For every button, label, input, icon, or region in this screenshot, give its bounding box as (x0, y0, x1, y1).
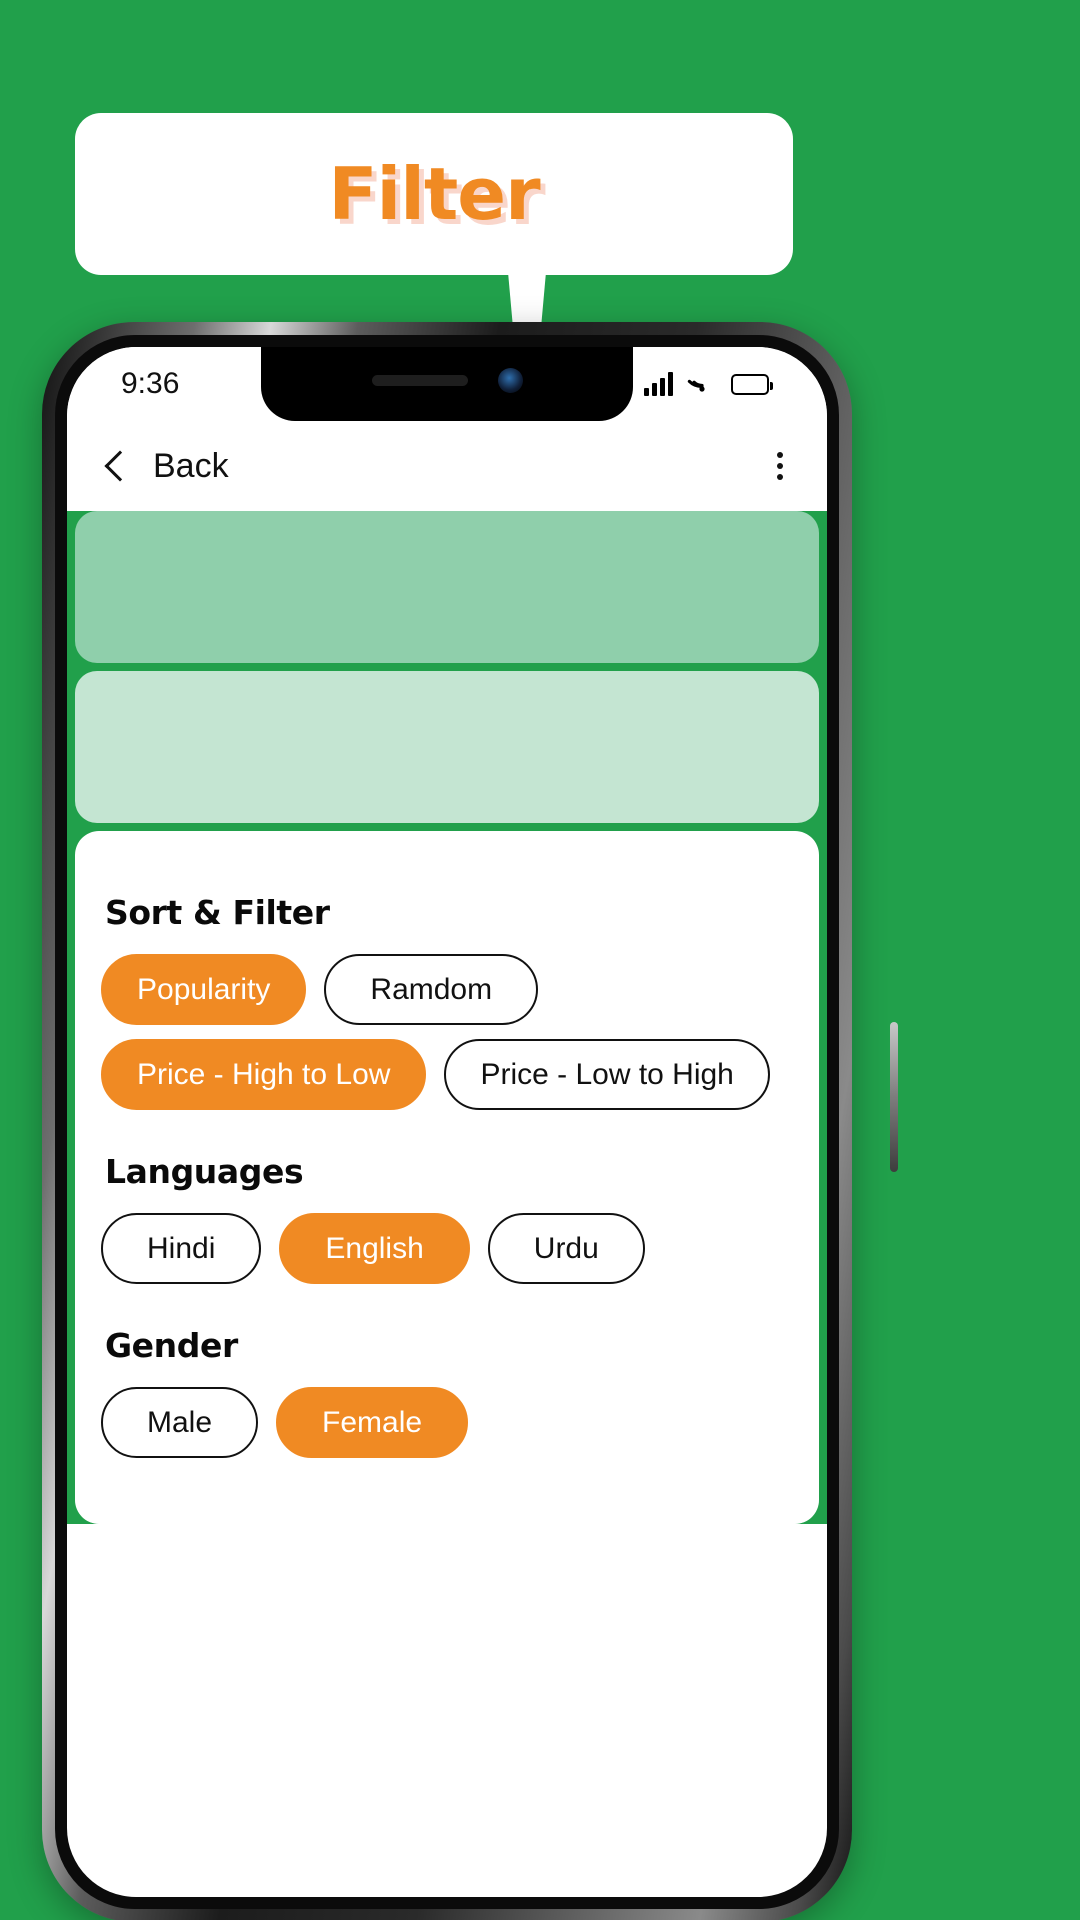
power-button[interactable] (890, 1022, 898, 1172)
screen-content: Sort & Filter Popularity Ramdom Price - … (67, 511, 827, 1524)
status-bar-icons (644, 370, 773, 399)
section-title: Gender (105, 1326, 238, 1365)
chip-price-high-to-low[interactable]: Price - High to Low (101, 1039, 427, 1110)
chip-row: Hindi English Urdu (101, 1213, 793, 1284)
chip-english[interactable]: English (279, 1213, 470, 1284)
chip-popularity[interactable]: Popularity (101, 954, 307, 1025)
chip-row: Popularity Ramdom (101, 954, 793, 1025)
phone-screen: 9:36 Back Sort & Filter Popularity Ramdo… (67, 347, 827, 1897)
back-label[interactable]: Back (153, 447, 229, 486)
section-languages: Languages Hindi English Urdu (101, 1152, 793, 1284)
placeholder-card-primary (75, 511, 819, 663)
phone-device-frame: 9:36 Back Sort & Filter Popularity Ramdo… (42, 322, 898, 1920)
chip-row: Price - High to Low Price - Low to High (101, 1039, 793, 1110)
chip-male[interactable]: Male (101, 1387, 259, 1458)
chip-female[interactable]: Female (276, 1387, 469, 1458)
callout-title: Filter (328, 152, 540, 236)
section-title: Sort & Filter (105, 893, 330, 932)
chip-row: Male Female (101, 1387, 793, 1458)
phone-bezel: 9:36 Back Sort & Filter Popularity Ramdo… (55, 335, 839, 1909)
phone-notch (261, 347, 633, 421)
chip-hindi[interactable]: Hindi (101, 1213, 262, 1284)
battery-icon (731, 373, 773, 395)
chip-price-low-to-high[interactable]: Price - Low to High (444, 1039, 770, 1110)
earpiece-speaker-icon (371, 374, 468, 386)
section-title: Languages (105, 1152, 304, 1191)
signal-bars-icon (644, 372, 673, 396)
chip-urdu[interactable]: Urdu (487, 1213, 645, 1284)
wifi-icon (687, 370, 717, 399)
section-gender: Gender Male Female (101, 1326, 793, 1458)
placeholder-card-secondary (75, 671, 819, 823)
app-nav-bar: Back (67, 421, 827, 511)
kebab-menu-icon[interactable] (769, 444, 791, 488)
chevron-left-icon[interactable] (97, 449, 131, 483)
front-camera-icon (497, 367, 523, 393)
chip-ramdom[interactable]: Ramdom (324, 954, 539, 1025)
filter-callout-bubble: Filter (75, 113, 793, 275)
section-sort-filter: Sort & Filter Popularity Ramdom Price - … (101, 893, 793, 1110)
status-bar-clock: 9:36 (121, 367, 180, 400)
filter-panel: Sort & Filter Popularity Ramdom Price - … (75, 831, 819, 1524)
